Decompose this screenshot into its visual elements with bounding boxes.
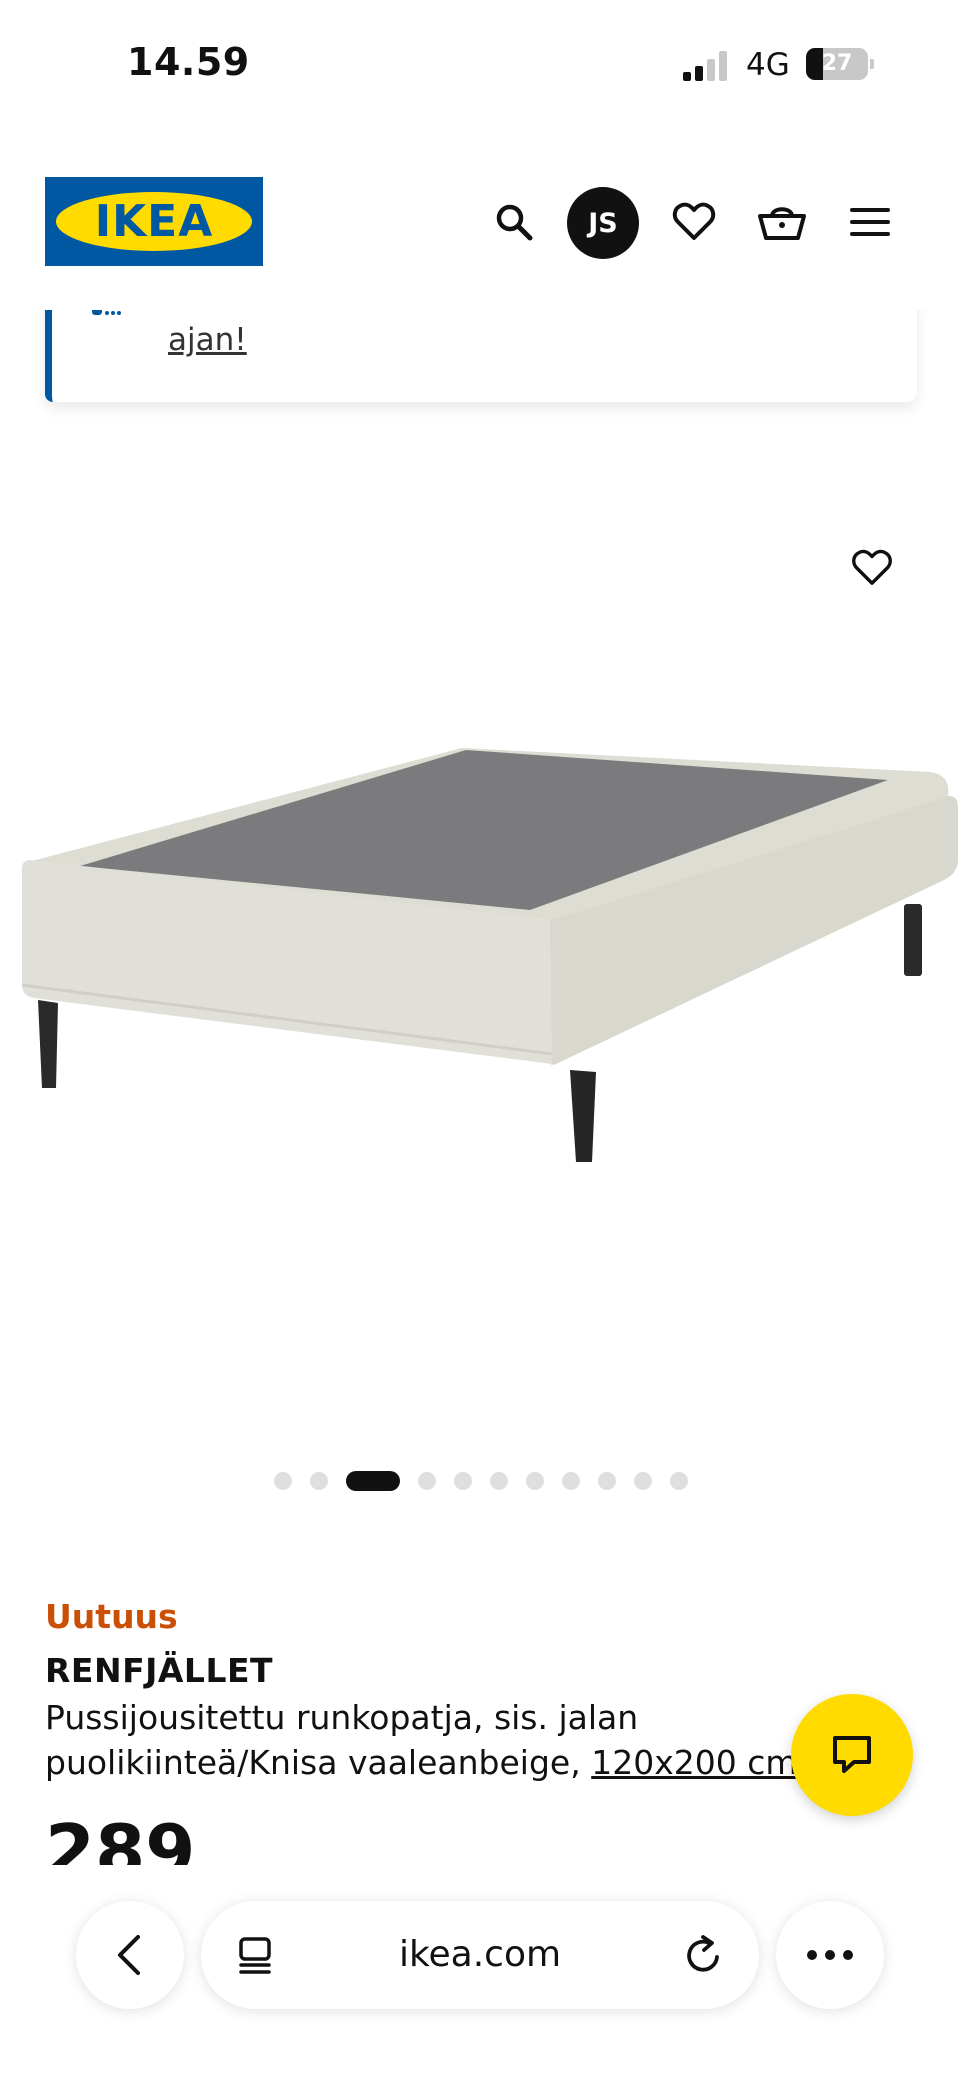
chat-bubble-icon xyxy=(833,1736,871,1773)
basket-icon xyxy=(758,207,806,240)
product-description-text: Pussijousitettu runkopatja, sis. jalan p… xyxy=(45,1698,639,1782)
carousel-dot-active[interactable] xyxy=(346,1471,400,1491)
carousel-dot[interactable] xyxy=(526,1472,544,1490)
address-bar[interactable]: ikea.com xyxy=(201,1901,759,2009)
browser-more-button[interactable] xyxy=(776,1901,884,2009)
notice-link[interactable]: ajan! xyxy=(168,322,247,358)
battery-percent: 27 xyxy=(821,51,853,76)
carousel-dot[interactable] xyxy=(310,1472,328,1490)
carousel-dot[interactable] xyxy=(490,1472,508,1490)
bed-leg xyxy=(904,904,922,976)
image-carousel-indicator[interactable] xyxy=(0,1469,960,1493)
account-avatar[interactable]: JS xyxy=(567,187,639,259)
status-time: 14.59 xyxy=(127,40,250,84)
carousel-dot[interactable] xyxy=(454,1472,472,1490)
carousel-dot[interactable] xyxy=(562,1472,580,1490)
avatar-initials: JS xyxy=(588,207,618,239)
chevron-left-icon xyxy=(118,1935,140,1975)
product-name: RENFJÄLLET xyxy=(45,1651,274,1690)
logo-text: IKEA xyxy=(94,196,214,247)
chat-button[interactable] xyxy=(791,1694,913,1816)
heart-icon xyxy=(852,549,892,585)
favourites-button[interactable] xyxy=(662,190,726,254)
site-header: IKEA ® JS xyxy=(0,150,960,310)
ikea-logo[interactable]: IKEA ® xyxy=(45,177,263,266)
search-button[interactable] xyxy=(482,190,546,254)
url-text: ikea.com xyxy=(398,1934,562,1975)
price: 289 xyxy=(45,1810,345,1865)
carousel-dot[interactable] xyxy=(670,1472,688,1490)
carousel-dot[interactable] xyxy=(418,1472,436,1490)
reload-icon[interactable] xyxy=(681,1933,725,1977)
menu-button[interactable] xyxy=(838,190,902,254)
carousel-dot[interactable] xyxy=(598,1472,616,1490)
hamburger-menu-icon xyxy=(850,208,890,236)
size-link[interactable]: 120x200 cm xyxy=(591,1743,797,1782)
status-bar: 14.59 4G 27 xyxy=(0,0,960,130)
more-dots-icon xyxy=(807,1950,853,1960)
shopping-bag-button[interactable] xyxy=(750,190,814,254)
search-icon xyxy=(496,204,533,241)
network-type: 4G xyxy=(746,47,790,83)
cellular-signal-icon xyxy=(683,51,727,81)
new-badge: Uutuus xyxy=(45,1597,178,1636)
bed-leg xyxy=(38,1000,58,1088)
browser-toolbar: ikea.com xyxy=(0,1866,960,2081)
heart-icon xyxy=(672,202,716,240)
product-image[interactable] xyxy=(0,420,960,1300)
notice-card: ajan! xyxy=(45,298,917,402)
battery-icon: 27 xyxy=(806,48,874,80)
browser-back-button[interactable] xyxy=(76,1901,184,2009)
product-description: Pussijousitettu runkopatja, sis. jalan p… xyxy=(45,1695,805,1785)
price-value: 289 xyxy=(45,1810,196,1865)
carousel-dot[interactable] xyxy=(634,1472,652,1490)
carousel-dot[interactable] xyxy=(274,1472,292,1490)
add-to-favourites-button[interactable] xyxy=(836,532,908,604)
bed-leg xyxy=(570,1070,596,1162)
